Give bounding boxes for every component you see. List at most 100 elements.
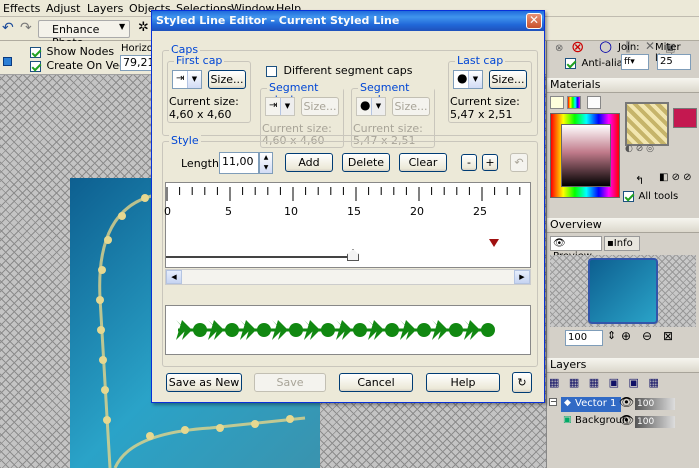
zoom-fit-icon[interactable]: ⊠ [663, 329, 673, 343]
help-button[interactable]: Help [426, 373, 500, 392]
show-nodes-option[interactable]: Show Nodes [30, 45, 114, 58]
add-button[interactable]: Add [285, 153, 333, 172]
segment-start-select[interactable]: ⇥ ▼ [265, 97, 295, 116]
segment-start-group: Segment start ⇥ ▼ Size... Current size: … [260, 82, 344, 148]
enhance-photo-button[interactable]: Enhance Photo ▼ [38, 20, 130, 49]
dialog-close-button[interactable]: ✕ [526, 13, 542, 29]
zoom-out-icon[interactable]: ⊖ [642, 329, 652, 343]
preview-dot [257, 323, 271, 337]
length-spinner[interactable]: ▲ ▼ [259, 152, 273, 174]
different-caps-checkbox[interactable] [266, 65, 277, 77]
last-cap-marker[interactable] [489, 239, 499, 247]
segment-end-size-button[interactable]: Size... [392, 97, 430, 116]
first-cap-size-button[interactable]: Size... [208, 70, 246, 89]
preview-dot [321, 323, 335, 337]
line-preview [165, 305, 531, 355]
stop-icon[interactable]: ⊗ [571, 37, 584, 56]
raster-layer-icon: ▣ [563, 415, 572, 425]
ruler-area[interactable]: 0 5 10 15 20 25 [164, 182, 531, 268]
chevron-down-icon: ▼ [468, 71, 482, 88]
zoom-in-icon[interactable]: ⊕ [621, 329, 631, 343]
menu-adjust[interactable]: Adjust [46, 2, 80, 15]
foreground-swatch[interactable] [625, 102, 669, 146]
close-circle-icon[interactable]: ⊗ [555, 43, 563, 54]
all-tools-checkbox[interactable] [623, 190, 634, 202]
visibility-icon[interactable]: 👁 [619, 395, 634, 409]
first-cap-select[interactable]: ⇥ ▼ [172, 70, 202, 89]
material-style-icons[interactable]: ◐ ⊘ ◎ [625, 144, 689, 156]
cancel-button[interactable]: Cancel [339, 373, 413, 392]
ruler-tick-label: 5 [225, 205, 232, 218]
ruler-tick-labels: 0 5 10 15 20 25 [164, 205, 530, 219]
segment-end-group: Segment end ● ▼ Size... Current size: 5,… [351, 82, 435, 148]
tool-preset-icon[interactable] [3, 57, 12, 66]
color-picker[interactable] [550, 113, 620, 198]
undo-button[interactable]: ↶ [510, 153, 528, 172]
clear-button[interactable]: Clear [399, 153, 447, 172]
expand-icon[interactable]: − [549, 398, 557, 406]
length-input[interactable]: 11,00 [219, 152, 259, 174]
ruler-scrollbar[interactable]: ◀ ▶ [165, 269, 531, 285]
close-icon[interactable]: ✕ [645, 39, 655, 53]
target-icon[interactable]: ○ [599, 37, 612, 55]
menu-layers[interactable]: Layers [87, 2, 123, 15]
all-tools-label: All tools [638, 191, 679, 202]
preview-dot [193, 323, 207, 337]
material-mode-icons[interactable]: ◧ ⊘ ⊘ [659, 172, 699, 186]
visibility-icon[interactable]: 👁 [619, 413, 634, 427]
opacity-slider[interactable]: 100 [635, 416, 675, 428]
zoom-spin-icon[interactable]: ⇕ [607, 329, 616, 342]
scroll-left-button[interactable]: ◀ [166, 270, 182, 284]
save-as-new-button[interactable]: Save as New [166, 373, 242, 392]
horizontal-input[interactable]: 79,21 [120, 55, 155, 71]
different-caps-label: Different segment caps [283, 64, 413, 77]
join-select[interactable]: ff▾ [621, 54, 649, 70]
zoom-input[interactable]: 100 [565, 330, 603, 346]
overview-viewport[interactable] [588, 258, 658, 324]
swap-icon[interactable]: ↰ [635, 174, 644, 187]
rainbow-tab-icon[interactable] [567, 96, 581, 109]
miter-input[interactable]: 25 [657, 54, 691, 70]
swatch-tab-icon[interactable] [550, 96, 564, 109]
last-cap-size-button[interactable]: Size... [489, 70, 527, 89]
chevron-left-icon: ◀ [171, 273, 177, 281]
chevron-down-icon: ▼ [187, 71, 201, 88]
different-caps-option[interactable]: Different segment caps [266, 64, 412, 77]
segment-end-select[interactable]: ● ▼ [356, 97, 386, 116]
zoom-minus-button[interactable]: - [461, 154, 477, 171]
reset-button[interactable]: ↻ [512, 372, 532, 393]
opacity-slider[interactable]: 100 [635, 398, 675, 410]
line-preview-pattern [176, 320, 495, 340]
dialog-title-bar[interactable]: Styled Line Editor - Current Styled Line… [152, 11, 544, 31]
ruler-tick-label: 20 [410, 205, 424, 218]
tab-info[interactable]: ▪Info [604, 236, 640, 251]
segment-length-handle[interactable] [347, 249, 359, 261]
right-panel: ⊗ ⊗ ○ ∥ ✕ ▣ Anti-alias Join: ff▾ Miter l… [546, 37, 699, 468]
anti-alias-option[interactable]: Anti-alias [565, 56, 628, 69]
last-cap-select[interactable]: ● ▼ [453, 70, 483, 89]
first-cap-group: First cap ⇥ ▼ Size... Current size: 4,60… [167, 55, 251, 123]
all-tools-option[interactable]: All tools [623, 189, 678, 202]
save-button[interactable]: Save [254, 373, 326, 392]
wand-icon[interactable]: ✲ [138, 20, 149, 35]
scroll-right-button[interactable]: ▶ [514, 270, 530, 284]
first-cap-current-size-label: Current size: [169, 95, 239, 108]
delete-button[interactable]: Delete [342, 153, 390, 172]
layer-toolbar-icons[interactable]: ▦ ▦ ▦ ▣ ▣ ▦ [549, 376, 699, 394]
segment-bar [166, 256, 353, 258]
menu-effects[interactable]: Effects [3, 2, 40, 15]
segment-start-size-button[interactable]: Size... [301, 97, 339, 116]
undo-icon[interactable]: ↶ [2, 20, 14, 36]
preview-dot [385, 323, 399, 337]
redo-icon[interactable]: ↷ [20, 20, 32, 36]
ruler-tick-label: 25 [473, 205, 487, 218]
show-nodes-checkbox[interactable] [30, 46, 41, 58]
zoom-plus-button[interactable]: + [482, 154, 498, 171]
anti-alias-checkbox[interactable] [565, 57, 576, 69]
background-swatch[interactable] [673, 108, 697, 128]
overview-thumbnail[interactable] [550, 255, 696, 327]
create-on-vector-checkbox[interactable] [30, 60, 41, 72]
color-square[interactable] [561, 124, 611, 187]
tab-preview[interactable]: 👁Preview [550, 236, 602, 262]
palette-tab-icon[interactable] [587, 96, 601, 109]
